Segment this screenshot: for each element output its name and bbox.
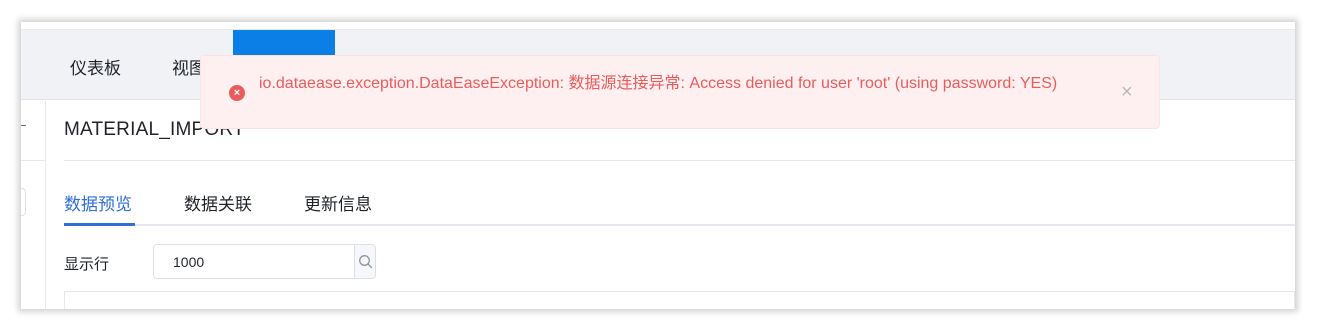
display-rows-label: 显示行 (64, 256, 110, 273)
nav-item-dashboard[interactable]: 仪表板 (70, 54, 121, 79)
data-preview-table (64, 291, 1295, 309)
display-rows-group (153, 244, 376, 279)
tab-update-info[interactable]: 更新信息 (304, 190, 372, 215)
search-icon (358, 255, 372, 269)
tab-data-association[interactable]: 数据关联 (184, 190, 252, 215)
search-button[interactable] (354, 245, 375, 278)
title-divider (64, 160, 1295, 161)
dataset-detail-panel: MATERIAL_IMPORT 数据预览 数据关联 更新信息 显示行 (64, 101, 1295, 309)
tabs-baseline (64, 224, 1295, 226)
window-top-strip (21, 22, 1295, 30)
collapse-icon[interactable] (21, 125, 26, 126)
close-icon[interactable]: × (1121, 82, 1133, 102)
error-message: io.dataease.exception.DataEaseException:… (259, 75, 1058, 92)
tab-data-preview[interactable]: 数据预览 (64, 190, 132, 215)
left-panel-divider (21, 160, 46, 161)
error-toast: × io.dataease.exception.DataEaseExceptio… (200, 55, 1160, 129)
display-rows-input[interactable] (154, 245, 354, 278)
error-circle-icon: × (229, 85, 245, 101)
tree-search-input[interactable] (21, 188, 26, 216)
dataset-tree-panel (21, 101, 46, 309)
active-tab-underline (64, 223, 135, 226)
